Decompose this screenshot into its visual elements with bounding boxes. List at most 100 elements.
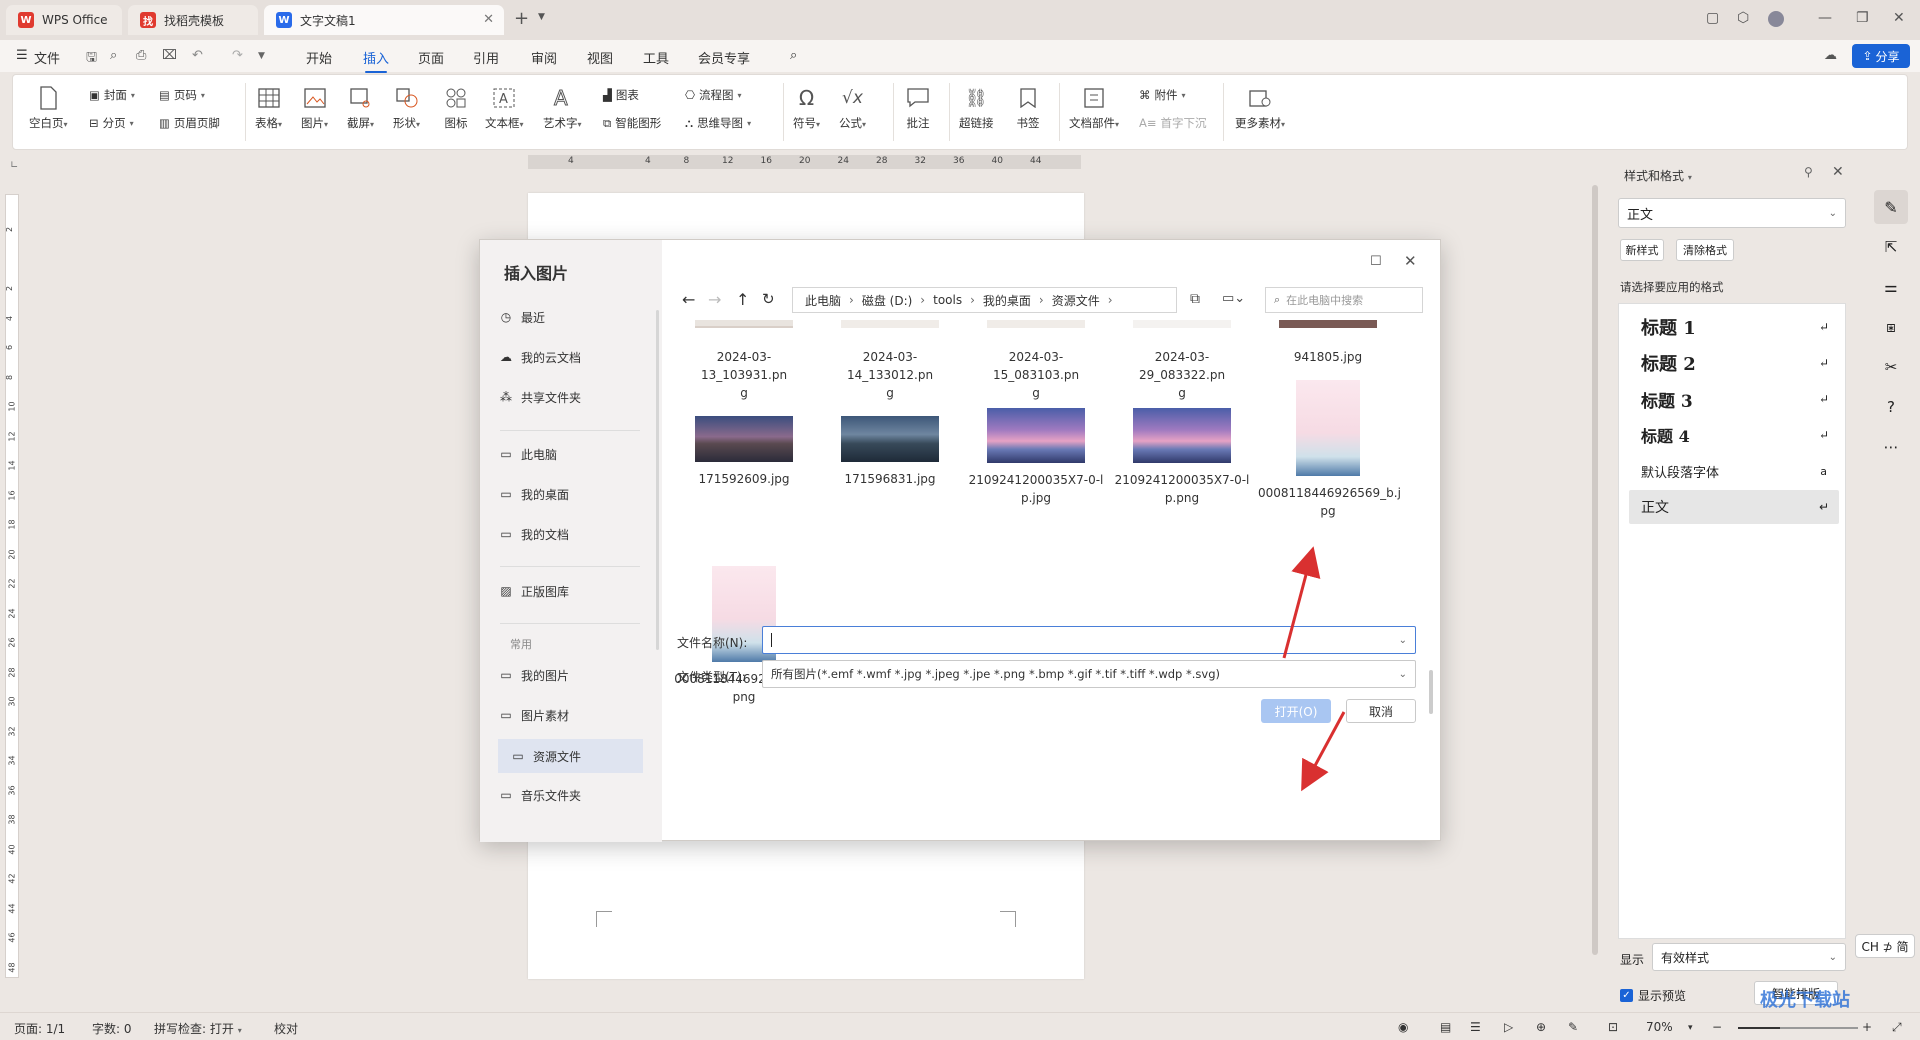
word-count[interactable]: 字数: 0 [92,1020,132,1037]
nav-stock-gallery[interactable]: ▨ 正版图库 [498,574,628,608]
search-icon[interactable]: ⌕ [790,48,797,63]
adjust-icon[interactable]: ⚌ [1880,276,1902,298]
window-layout-icon[interactable]: ▢ [1706,10,1719,26]
drop-cap-button[interactable]: A≡ 首字下沉 [1139,115,1207,131]
mindmap-button[interactable]: ⛬ 思维导图 ▾ [685,115,751,131]
ime-indicator[interactable]: CH ⊅ 简 [1855,934,1915,958]
share-button[interactable]: ⇪ 分享 [1852,44,1910,68]
cursor-select-icon[interactable]: ⇱ [1880,236,1902,258]
open-button[interactable]: 打开(O) [1261,699,1331,723]
cloud-icon[interactable]: ☁ [1824,48,1837,63]
tab-wps-office[interactable]: W WPS Office [6,5,122,35]
nav-shared-folder[interactable]: ⁂ 共享文件夹 [498,380,628,414]
style-heading-2[interactable]: 标题 2 ↵ [1629,346,1839,380]
style-normal[interactable]: 正文 ↵ [1629,490,1839,524]
textbox-button[interactable]: A 文本框▾ [485,85,524,131]
menu-file[interactable]: 文件 [34,48,60,67]
file-item[interactable]: 2109241200035X7-0-l p.png [1112,408,1252,507]
comment-button[interactable]: 批注 [905,85,931,131]
new-style-button[interactable]: 新样式 [1620,239,1664,261]
tab-document[interactable]: W 文字文稿1 ✕ [264,5,504,35]
nav-picture-material[interactable]: ▭ 图片素材 [498,698,628,732]
blank-page-button[interactable]: 空白页▾ [29,85,68,131]
spell-check[interactable]: 拼写检查: 打开 ▾ [154,1020,242,1037]
cover-button[interactable]: ▣ 封面 ▾ [89,87,135,103]
file-item[interactable]: 2024-03-13_103931.pn g [674,320,814,402]
menu-review[interactable]: 审阅 [531,48,557,67]
close-dialog-icon[interactable]: ✕ [1404,252,1417,270]
preview-toggle[interactable]: ✓ 显示预览 [1620,987,1686,1004]
checkbox-checked-icon[interactable]: ✓ [1620,989,1633,1002]
icon-button[interactable]: 图标 [443,85,469,131]
save-icon[interactable]: 🖫 [86,48,97,70]
filetype-select[interactable]: 所有图片(*.emf *.wmf *.jpg *.jpeg *.jpe *.pn… [762,660,1416,688]
tag-icon[interactable]: ⌕ [110,48,117,63]
filename-input[interactable]: ⌄ [762,626,1416,654]
screenshot-button[interactable]: 截屏▾ [347,85,374,131]
new-folder-icon[interactable]: ⧉ [1190,291,1200,307]
pen-icon[interactable]: ✎ [1568,1020,1578,1034]
close-panel-icon[interactable]: ✕ [1832,164,1844,180]
more-icon[interactable]: ⋯ [1880,436,1902,458]
print-icon[interactable]: ⎙ [136,48,146,63]
forward-arrow-icon[interactable]: → [708,290,721,309]
chevron-down-icon[interactable]: ▾ [1688,1023,1693,1033]
horizontal-ruler[interactable]: 4 4 8 12 16 20 24 28 32 36 40 44 [528,155,1081,169]
tab-template[interactable]: 找 找稻壳模板 [128,5,258,35]
current-style-select[interactable]: 正文 ⌄ [1618,198,1846,228]
show-filter-select[interactable]: 有效样式 ⌄ [1652,943,1846,971]
up-arrow-icon[interactable]: ↑ [736,290,749,309]
grid-scrollbar-thumb[interactable] [1429,670,1433,714]
formula-button[interactable]: √x 公式▾ [839,85,866,131]
page-view-icon[interactable]: ▤ [1440,1020,1451,1034]
hamburger-icon[interactable]: ☰ [16,48,28,63]
chart-button[interactable]: ▟ 图表 [603,87,639,103]
nav-desktop[interactable]: ▭ 我的桌面 [498,477,628,511]
page-number-button[interactable]: ▤ 页码 ▾ [159,87,205,103]
nav-cloud-docs[interactable]: ☁ 我的云文档 [498,340,628,374]
print-preview-icon[interactable]: ⌧ [162,48,177,63]
page-break-button[interactable]: ⊟ 分页 ▾ [89,115,134,131]
nav-music-folder[interactable]: ▭ 音乐文件夹 [498,778,628,812]
file-item[interactable]: 171596831.jpg [820,416,960,488]
vertical-scrollbar[interactable] [1590,155,1600,1010]
nav-this-pc[interactable]: ▭ 此电脑 [498,437,628,471]
minimize-icon[interactable]: — [1818,10,1832,26]
menu-references[interactable]: 引用 [473,48,499,67]
zoom-level[interactable]: 70% [1646,1020,1673,1034]
refresh-icon[interactable]: ↻ [762,290,775,308]
symbol-button[interactable]: Ω 符号▾ [793,85,820,131]
avatar[interactable] [1768,11,1784,27]
view-mode-icon[interactable]: ▭⌄ [1222,291,1245,306]
outline-view-icon[interactable]: ☰ [1470,1020,1481,1034]
flowchart-button[interactable]: ⎔ 流程图 ▾ [685,87,742,103]
vertical-ruler[interactable]: 2 2 4 6 8 10 12 14 16 18 20 22 24 26 28 30 32 34 36 38 40 42 4… [5,194,19,978]
table-button[interactable]: 表格▾ [255,85,282,131]
cancel-button[interactable]: 取消 [1346,699,1416,723]
attachment-button[interactable]: ⌘ 附件 ▾ [1139,87,1186,103]
menu-member[interactable]: 会员专享 [698,48,750,67]
nav-recent[interactable]: ◷ 最近 [498,300,628,334]
nav-documents[interactable]: ▭ 我的文档 [498,517,628,551]
maximize-icon[interactable]: ☐ [1370,254,1382,269]
header-footer-button[interactable]: ▥ 页眉页脚 [159,115,220,131]
sidebar-scrollbar[interactable] [656,310,659,650]
help-icon[interactable]: ? [1880,396,1902,418]
chevron-down-icon[interactable]: ▼ [538,12,545,22]
redo-icon[interactable]: ↷ [232,48,243,63]
crumb-desktop[interactable]: 我的桌面 [983,292,1031,309]
undo-icon[interactable]: ↶ [192,48,203,63]
file-item[interactable]: 0008118446926569_b.j pg [1258,380,1401,520]
doc-part-button[interactable]: 文档部件▾ [1069,85,1119,131]
play-icon[interactable]: ▷ [1504,1020,1513,1034]
fullscreen-icon[interactable]: ⤢ [1892,1020,1902,1035]
file-item[interactable]: 171592609.jpg [674,416,814,488]
pin-icon[interactable]: ⚲ [1804,165,1813,179]
menu-view[interactable]: 视图 [587,48,613,67]
page-count[interactable]: 页面: 1/1 [14,1020,65,1037]
hyperlink-button[interactable]: ⛓ 超链接 [959,85,994,131]
zoom-slider[interactable] [1738,1027,1858,1029]
web-view-icon[interactable]: ⊕ [1536,1020,1546,1034]
nav-resource-files[interactable]: ▭ 资源文件 [498,739,643,773]
menu-page[interactable]: 页面 [418,48,444,67]
